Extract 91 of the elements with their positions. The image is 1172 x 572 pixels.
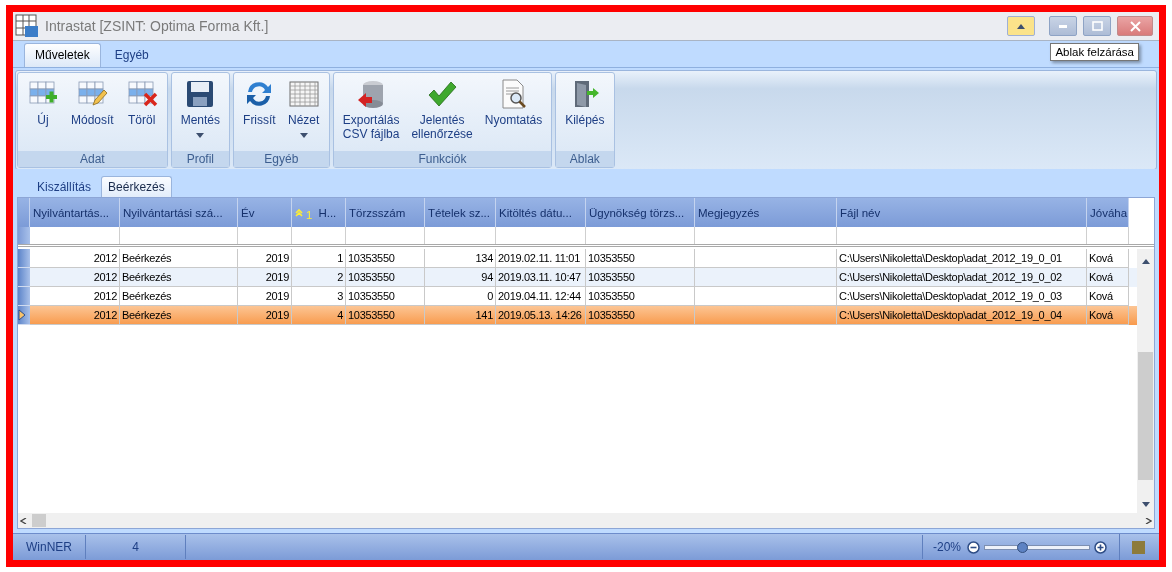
- group-label: Adat: [18, 151, 167, 167]
- resize-grip-icon: [1132, 540, 1145, 554]
- data-tab[interactable]: Beérkezés: [101, 176, 172, 197]
- column-header[interactable]: Ügynökség törzs...: [586, 198, 695, 227]
- table-cell: 2019: [238, 306, 292, 325]
- group-label: Egyéb: [234, 151, 329, 167]
- column-header[interactable]: Kitöltés dátu...: [496, 198, 586, 227]
- scroll-right-icon: [1144, 517, 1152, 524]
- zoom-slider[interactable]: [984, 544, 1090, 550]
- table-icon: [287, 78, 320, 110]
- ribbon-button[interactable]: Frissít: [238, 76, 281, 151]
- horizontal-scrollbar[interactable]: [18, 513, 1154, 528]
- group-label: Profil: [171, 151, 230, 167]
- record-count: 4: [86, 535, 186, 559]
- maximize-button[interactable]: [1083, 16, 1111, 36]
- table-row[interactable]: 2012 Beérkezés 2019 2 10353550 94 2019.03.11. 10:47 10353550 C:\Users\Nikoletta\Desktop\adat_2012_19_0_02 Ková: [18, 268, 1137, 287]
- column-title: Nyilvántartás...: [33, 206, 110, 219]
- table-cell: 141: [425, 306, 496, 325]
- column-title: Fájl név: [840, 206, 881, 219]
- row-header[interactable]: [18, 306, 30, 325]
- table-cell: 2019.05.13. 14:26: [496, 306, 586, 325]
- dropdown-caret-icon: [299, 132, 308, 138]
- ribbon-tab[interactable]: Műveletek: [24, 43, 101, 67]
- caret-icon: [1017, 23, 1025, 29]
- group-label: Ablak: [556, 151, 614, 167]
- zoom-in-icon[interactable]: [1094, 540, 1107, 554]
- close-icon: [1129, 20, 1141, 32]
- ribbon-button[interactable]: Nézet: [282, 76, 325, 151]
- column-header[interactable]: Megjegyzés: [695, 198, 837, 227]
- scrollbar-thumb[interactable]: [32, 514, 46, 527]
- ribbon-button[interactable]: Jelentés ellenőrzése: [406, 76, 478, 151]
- scroll-up-icon: [1141, 258, 1150, 264]
- app-icon: [15, 14, 39, 38]
- minimize-icon: [1059, 24, 1067, 28]
- row-header[interactable]: [18, 287, 30, 306]
- scroll-left-icon: [20, 517, 28, 524]
- column-header[interactable]: Nyilvántartás...: [30, 198, 120, 227]
- ribbon-button[interactable]: Módosít: [66, 76, 119, 151]
- slider-thumb[interactable]: [1017, 541, 1029, 553]
- table-cell: 4: [292, 306, 346, 325]
- column-header[interactable]: Fájl név: [837, 198, 1087, 227]
- column-title: Kitöltés dátu...: [499, 206, 572, 219]
- ribbon-button[interactable]: Exportálás CSV fájlba: [337, 76, 405, 151]
- close-button[interactable]: [1117, 16, 1153, 36]
- table-cell: 10353550: [586, 306, 695, 325]
- column-header[interactable]: Jóváha: [1087, 198, 1129, 227]
- scroll-down-icon: [1141, 501, 1150, 507]
- ribbon-button[interactable]: Új: [22, 76, 64, 151]
- column-title: Ügynökség törzs...: [589, 206, 685, 219]
- row-header[interactable]: [18, 249, 30, 268]
- column-header[interactable]: Nyilvántartási szá...: [120, 198, 238, 227]
- ribbon-button[interactable]: Nyomtatás: [479, 76, 548, 151]
- collapse-ribbon-button[interactable]: [1007, 16, 1035, 36]
- column-title: Nyilvántartási szá...: [123, 206, 223, 219]
- corner-header[interactable]: [18, 198, 30, 227]
- vertical-scrollbar[interactable]: [1137, 249, 1154, 513]
- ribbon-tab[interactable]: Egyéb: [104, 44, 159, 67]
- table-cell: Ková: [1087, 306, 1129, 325]
- column-header[interactable]: 1 H...: [292, 198, 346, 227]
- tooltip: Ablak felzárása: [1050, 43, 1139, 61]
- table-cell: 10353550: [346, 306, 425, 325]
- group-label: Funkciók: [333, 151, 552, 167]
- table-cell: Beérkezés: [120, 306, 238, 325]
- ribbon-button[interactable]: Töröl: [120, 76, 163, 151]
- app-name: WinNER: [13, 535, 86, 559]
- column-title: Megjegyzés: [698, 206, 760, 219]
- current-row-icon: [18, 309, 26, 321]
- table-cell: 2012: [30, 306, 120, 325]
- column-title: Jóváha: [1090, 206, 1128, 219]
- column-title: Törzsszám: [349, 206, 406, 219]
- zoom-out-icon[interactable]: [967, 540, 980, 554]
- column-title: Év: [241, 206, 255, 219]
- minimize-button[interactable]: [1049, 16, 1077, 36]
- column-header[interactable]: Törzsszám: [346, 198, 425, 227]
- ribbon-button[interactable]: Kilépés: [560, 76, 610, 151]
- window-title: Intrastat [ZSINT: Optima Forma Kft.]: [45, 18, 269, 34]
- table-row[interactable]: 2012 Beérkezés 2019 4 10353550 141 2019.05.13. 14:26 10353550 C:\Users\Nikoletta\Desktop\adat_2012_19_0_04 Ková: [18, 306, 1137, 325]
- column-header[interactable]: Tételek sz...: [425, 198, 496, 227]
- column-title: Tételek sz...: [428, 206, 490, 219]
- column-title: H...: [318, 206, 337, 219]
- zoom-percent: -20%: [922, 535, 961, 559]
- maximize-icon: [1091, 21, 1103, 31]
- data-tab[interactable]: Kiszállítás: [31, 177, 98, 197]
- dropdown-caret-icon: [196, 132, 205, 138]
- sort-order: 1: [306, 209, 313, 221]
- column-header[interactable]: Év: [238, 198, 292, 227]
- table-cell: C:\Users\Nikoletta\Desktop\adat_2012_19_0_04: [837, 306, 1087, 325]
- scrollbar-thumb[interactable]: [1138, 352, 1153, 480]
- row-header[interactable]: [18, 268, 30, 287]
- sort-ascending-icon: [295, 208, 303, 217]
- ribbon-button[interactable]: Mentés: [175, 76, 226, 151]
